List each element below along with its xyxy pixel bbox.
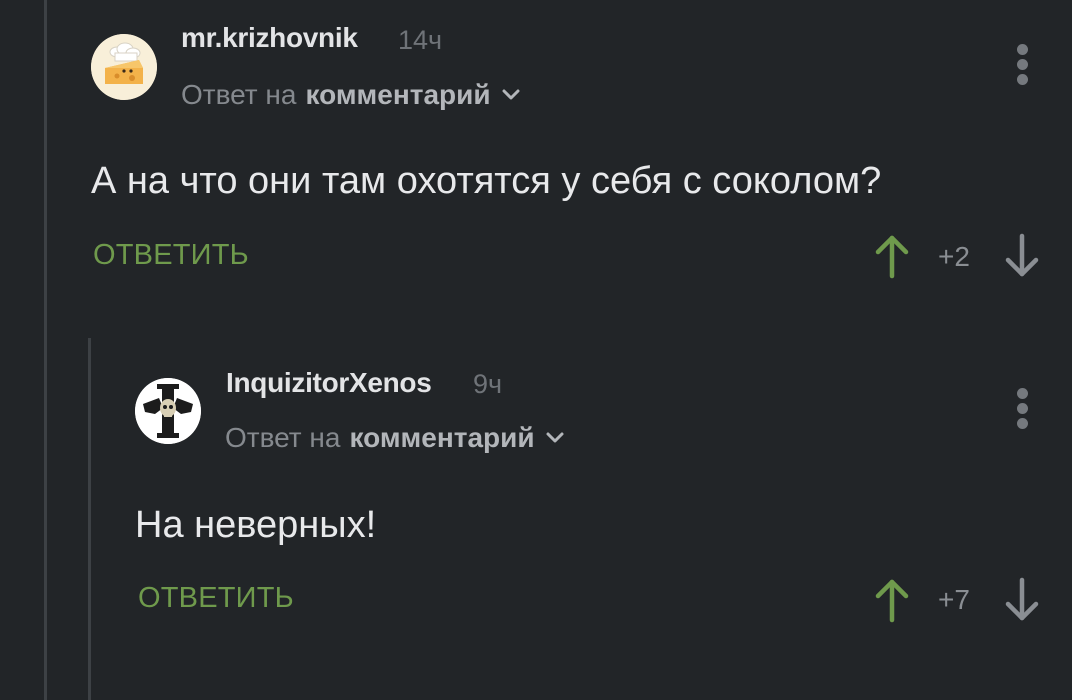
comments-thread: mr.krizhovnik 14ч Ответ на комментарий А… <box>0 0 1072 700</box>
comment-time: 9ч <box>473 369 503 399</box>
reply-to-link[interactable]: Ответ на комментарий <box>225 422 565 454</box>
comment: mr.krizhovnik 14ч Ответ на комментарий А… <box>0 0 1072 320</box>
more-options-button[interactable] <box>1014 44 1030 90</box>
avatar-inquisition-skull-icon <box>135 378 201 444</box>
arrow-up-icon <box>875 579 909 623</box>
comment-text: На неверных! <box>135 504 377 546</box>
reply-to-prefix: Ответ на <box>225 422 341 453</box>
comment-author[interactable]: mr.krizhovnik <box>181 22 358 54</box>
more-options-button[interactable] <box>1014 388 1030 434</box>
reply-to-prefix: Ответ на <box>181 79 297 110</box>
comment: InquizitorXenos 9ч Ответ на комментарий … <box>0 340 1072 680</box>
more-vertical-icon <box>1016 44 1028 55</box>
upvote-button[interactable] <box>872 232 912 280</box>
reply-button[interactable]: ОТВЕТИТЬ <box>138 582 294 615</box>
comment-score: +2 <box>938 241 970 272</box>
comment-time: 14ч <box>398 25 443 55</box>
avatar[interactable] <box>135 378 201 444</box>
comment-author[interactable]: InquizitorXenos <box>226 367 432 399</box>
arrow-down-icon <box>1005 233 1039 277</box>
reply-to-target: комментарий <box>305 79 491 110</box>
avatar-cheese-chef-icon <box>91 34 157 100</box>
avatar[interactable] <box>91 34 157 100</box>
reply-button[interactable]: ОТВЕТИТЬ <box>93 239 249 272</box>
more-vertical-icon <box>1016 388 1028 399</box>
arrow-up-icon <box>875 235 909 279</box>
downvote-button[interactable] <box>1002 232 1042 280</box>
upvote-button[interactable] <box>872 576 912 624</box>
downvote-button[interactable] <box>1002 576 1042 624</box>
reply-to-target: комментарий <box>349 422 535 453</box>
comment-score: +7 <box>938 584 970 615</box>
chevron-down-icon <box>545 431 565 445</box>
reply-to-link[interactable]: Ответ на комментарий <box>181 79 521 111</box>
chevron-down-icon <box>501 88 521 102</box>
comment-text: А на что они там охотятся у себя с сокол… <box>91 160 882 202</box>
arrow-down-icon <box>1005 577 1039 621</box>
